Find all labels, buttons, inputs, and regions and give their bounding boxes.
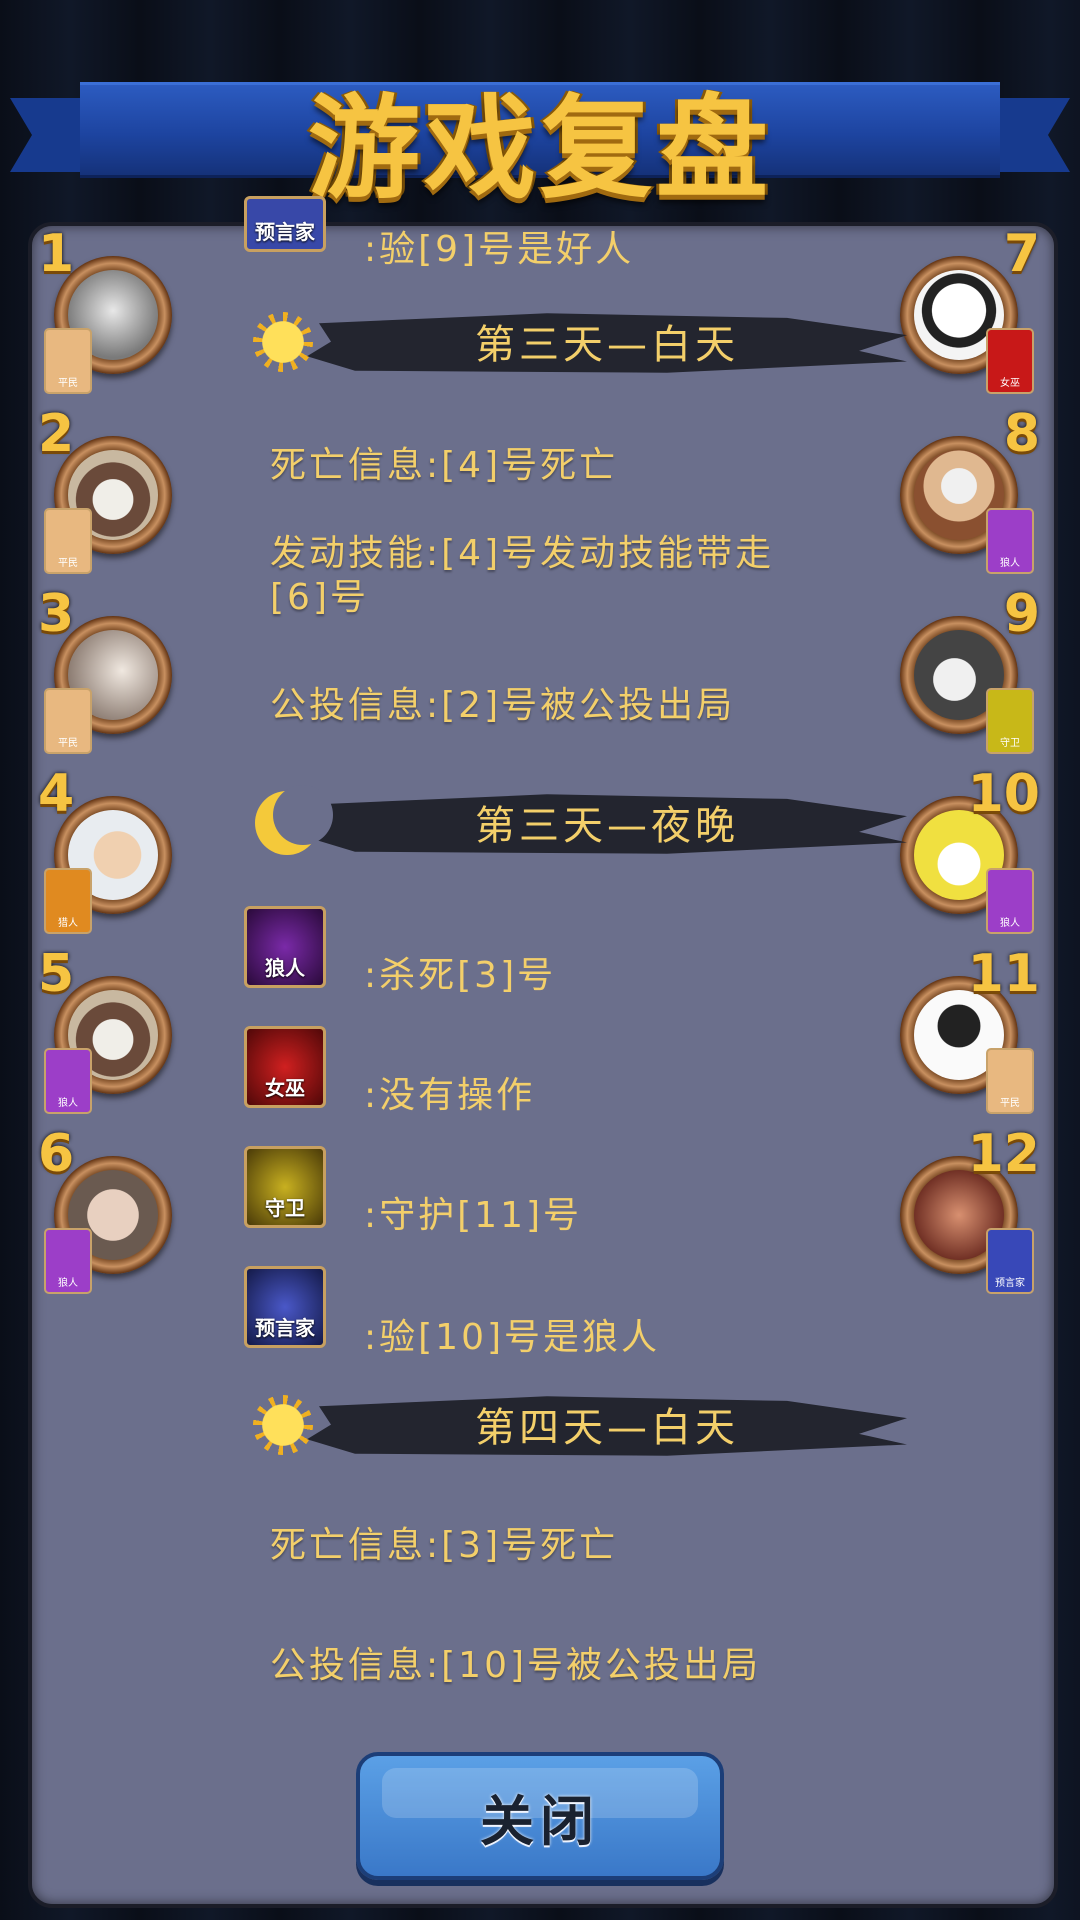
player-number: 8 — [1003, 404, 1040, 464]
death-info: 死亡信息:[3]号死亡 — [270, 1525, 619, 1566]
role-badge-werewolf: 狼人 — [44, 1048, 92, 1114]
role-label: 狼人 — [1000, 558, 1020, 569]
role-badge-werewolf: 狼人 — [244, 906, 326, 988]
day-title: 第四天—白天 — [475, 1405, 739, 1451]
role-label: 预言家 — [255, 1316, 315, 1340]
replay-panel: 1 平民 2 平民 3 平民 4 猎人 5 狼人 6 狼人 7 女巫 8 狼人 … — [28, 196, 1058, 1908]
close-button[interactable]: 关闭 — [356, 1752, 724, 1880]
player-number: 7 — [1003, 224, 1040, 284]
player-card-10[interactable]: 10 狼人 — [890, 764, 1040, 936]
page-title: 游戏复盘 — [308, 84, 772, 214]
player-number: 12 — [967, 1124, 1040, 1184]
player-card-9[interactable]: 9 守卫 — [890, 584, 1040, 756]
role-badge-villager: 平民 — [986, 1048, 1034, 1114]
player-card-12[interactable]: 12 预言家 — [890, 1124, 1040, 1296]
player-number: 11 — [967, 944, 1040, 1004]
log-entry: :杀死[3]号 — [364, 955, 557, 996]
player-number: 9 — [1003, 584, 1040, 644]
player-number: 3 — [38, 584, 75, 644]
close-label: 关闭 — [480, 1789, 600, 1853]
player-number: 1 — [38, 224, 75, 284]
player-number: 10 — [967, 764, 1040, 824]
player-card-1[interactable]: 1 平民 — [38, 224, 184, 396]
role-badge-witch: 女巫 — [244, 1026, 326, 1108]
vote-info: 公投信息:[2]号被公投出局 — [270, 685, 736, 726]
role-badge-seer: 预言家 — [244, 1266, 326, 1348]
role-label: 狼人 — [265, 956, 305, 980]
day-header: 第四天—白天 — [247, 1381, 907, 1465]
role-badge-hunter: 猎人 — [44, 868, 92, 934]
role-label: 守卫 — [265, 1196, 305, 1220]
log-entry: :验[10]号是狼人 — [364, 1317, 661, 1358]
role-label: 平民 — [1000, 1098, 1020, 1109]
log-entry: :没有操作 — [364, 1075, 536, 1116]
role-label: 狼人 — [58, 1278, 78, 1289]
role-label: 女巫 — [1000, 378, 1020, 389]
role-badge-villager: 平民 — [44, 328, 92, 394]
role-label: 预言家 — [255, 220, 315, 244]
player-number: 5 — [38, 944, 75, 1004]
role-badge-seer: 预言家 — [986, 1228, 1034, 1294]
player-number: 6 — [38, 1124, 75, 1184]
role-label: 狼人 — [1000, 918, 1020, 929]
role-label: 平民 — [58, 558, 78, 569]
role-label: 女巫 — [265, 1076, 305, 1100]
player-card-4[interactable]: 4 猎人 — [38, 764, 184, 936]
role-label: 预言家 — [995, 1278, 1025, 1289]
player-card-8[interactable]: 8 狼人 — [890, 404, 1040, 576]
role-label: 平民 — [58, 738, 78, 749]
role-label: 狼人 — [58, 1098, 78, 1109]
night-header: 第三天—夜晚 — [247, 779, 907, 863]
sun-icon — [253, 1395, 313, 1455]
role-label: 猎人 — [58, 918, 78, 929]
log-entry: :守护[11]号 — [364, 1195, 583, 1236]
player-card-2[interactable]: 2 平民 — [38, 404, 184, 576]
log-entry: :验[9]号是好人 — [364, 229, 635, 270]
role-badge-villager: 平民 — [44, 508, 92, 574]
role-badge-villager: 平民 — [44, 688, 92, 754]
player-card-3[interactable]: 3 平民 — [38, 584, 184, 756]
role-badge-guard: 守卫 — [244, 1146, 326, 1228]
role-badge-seer: 预言家 — [244, 196, 326, 252]
role-label: 平民 — [58, 378, 78, 389]
day-title: 第三天—白天 — [475, 322, 739, 368]
sun-icon — [253, 312, 313, 372]
death-info: 死亡信息:[4]号死亡 — [270, 445, 619, 486]
role-badge-guard: 守卫 — [986, 688, 1034, 754]
player-card-6[interactable]: 6 狼人 — [38, 1124, 184, 1296]
player-card-7[interactable]: 7 女巫 — [890, 224, 1040, 396]
role-label: 守卫 — [1000, 738, 1020, 749]
player-card-11[interactable]: 11 平民 — [890, 944, 1040, 1116]
day-header: 第三天—白天 — [247, 298, 907, 382]
vote-info: 公投信息:[10]号被公投出局 — [270, 1645, 762, 1686]
player-card-5[interactable]: 5 狼人 — [38, 944, 184, 1116]
role-badge-werewolf: 狼人 — [986, 868, 1034, 934]
night-title: 第三天—夜晚 — [475, 803, 739, 849]
role-badge-werewolf: 狼人 — [44, 1228, 92, 1294]
title-banner: 游戏复盘 — [10, 70, 1070, 214]
player-number: 2 — [38, 404, 75, 464]
role-badge-werewolf: 狼人 — [986, 508, 1034, 574]
role-badge-witch: 女巫 — [986, 328, 1034, 394]
player-number: 4 — [38, 764, 75, 824]
skill-info: 发动技能:[4]号发动技能带走[6]号 — [270, 533, 775, 618]
